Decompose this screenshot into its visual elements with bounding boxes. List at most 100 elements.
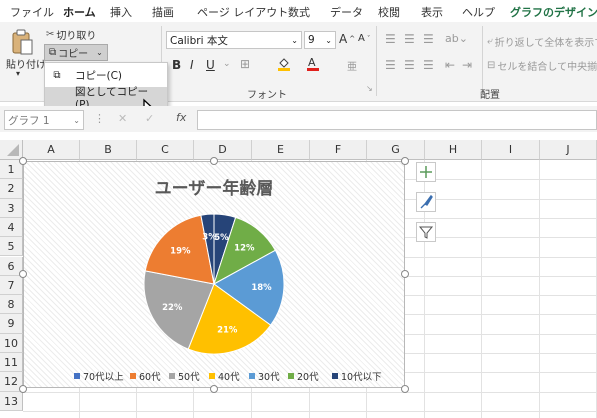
- legend-label: 10代以下: [341, 372, 382, 383]
- scissors-icon: ✂: [46, 29, 55, 40]
- insert-function-icon[interactable]: fx: [176, 111, 186, 124]
- merge-center-button[interactable]: ⊟ セルを結合して中央揃え: [487, 58, 597, 73]
- column-header-D[interactable]: D: [194, 140, 252, 160]
- border-icon[interactable]: ⊞: [240, 57, 250, 71]
- row-header-8[interactable]: 8: [0, 295, 23, 315]
- tab-view[interactable]: 表示: [421, 4, 443, 20]
- pie-chart[interactable]: ユーザー年齢層 5% 12% 18% 21% 22% 19% 3%: [23, 161, 405, 388]
- chart-elements-button[interactable]: [416, 162, 436, 182]
- font-dialog-launcher-icon[interactable]: ↘: [366, 84, 373, 93]
- row-header-5[interactable]: 5: [0, 237, 23, 257]
- align-center-icon[interactable]: ☰: [404, 58, 415, 72]
- font-name-combo[interactable]: Calibri 本文 ⌄: [166, 31, 302, 49]
- tab-home[interactable]: ホーム: [63, 4, 96, 25]
- resize-handle[interactable]: [401, 157, 409, 165]
- copy-label: コピー: [58, 49, 89, 60]
- column-header-I[interactable]: I: [482, 140, 540, 160]
- legend-entry-70代以上[interactable]: 70代以上: [74, 369, 124, 383]
- resize-handle[interactable]: [401, 270, 409, 278]
- align-bottom-icon[interactable]: ☰: [423, 32, 434, 46]
- chart-filters-button[interactable]: [416, 222, 436, 242]
- tab-review[interactable]: 校閲: [378, 4, 400, 20]
- increase-indent-icon[interactable]: ⇥: [462, 58, 472, 72]
- tab-file[interactable]: ファイル: [10, 4, 54, 20]
- formula-input[interactable]: [197, 110, 597, 130]
- data-label-20代[interactable]: 19%: [170, 246, 191, 256]
- resize-handle[interactable]: [19, 157, 27, 165]
- legend-entry-10代以下[interactable]: 10代以下: [332, 369, 382, 383]
- pie-plot-area[interactable]: 5%12%18%21%22%19%3%: [24, 162, 404, 387]
- align-left-icon[interactable]: ☰: [385, 58, 396, 72]
- font-size-combo[interactable]: 9 ⌄: [304, 31, 336, 49]
- bold-button[interactable]: B: [172, 58, 181, 72]
- shrink-font-button[interactable]: Aˇ: [358, 33, 370, 44]
- data-label-30代[interactable]: 22%: [162, 303, 183, 313]
- tab-chart-design[interactable]: グラフのデザイン: [510, 4, 597, 20]
- legend-swatch: [249, 373, 255, 379]
- decrease-indent-icon[interactable]: ⇤: [445, 58, 455, 72]
- row-header-3[interactable]: 3: [0, 198, 23, 218]
- row-header-7[interactable]: 7: [0, 275, 23, 296]
- column-header-C[interactable]: C: [137, 140, 194, 160]
- row-header-2[interactable]: 2: [0, 179, 23, 199]
- data-label-50代[interactable]: 18%: [251, 283, 272, 293]
- chart-styles-button[interactable]: [416, 192, 436, 212]
- font-color-icon: A: [307, 56, 319, 71]
- legend-swatch: [209, 373, 215, 379]
- tab-help[interactable]: ヘルプ: [462, 4, 495, 20]
- italic-button[interactable]: I: [190, 58, 194, 72]
- cut-button[interactable]: ✂ 切り取り: [46, 27, 96, 42]
- column-header-B[interactable]: B: [80, 140, 137, 160]
- name-box[interactable]: グラフ 1 ⌄: [4, 110, 84, 130]
- row-header-9[interactable]: 9: [0, 314, 23, 334]
- column-header-E[interactable]: E: [252, 140, 310, 160]
- data-label-40代[interactable]: 21%: [217, 326, 238, 336]
- resize-handle[interactable]: [19, 385, 27, 393]
- legend-label: 60代: [139, 372, 161, 383]
- data-label-60代[interactable]: 12%: [234, 243, 255, 253]
- column-header-H[interactable]: H: [425, 140, 482, 160]
- row-header-10[interactable]: 10: [0, 333, 23, 353]
- column-header-F[interactable]: F: [310, 140, 367, 160]
- resize-handle[interactable]: [210, 157, 218, 165]
- cancel-icon[interactable]: ✕: [118, 112, 127, 125]
- tab-insert[interactable]: 挿入: [110, 4, 132, 20]
- row-header-11[interactable]: 11: [0, 353, 23, 373]
- paste-dropdown-icon[interactable]: ▾: [16, 69, 20, 78]
- row-header-4[interactable]: 4: [0, 217, 23, 238]
- font-color-button[interactable]: A: [306, 56, 320, 72]
- enter-icon[interactable]: ✓: [145, 112, 154, 125]
- legend-label: 50代: [178, 372, 200, 383]
- wrap-text-button[interactable]: ⤶ 折り返して全体を表示す: [487, 34, 597, 49]
- legend-entry-50代[interactable]: 50代: [169, 369, 200, 383]
- align-right-icon[interactable]: ☰: [423, 58, 434, 72]
- paste-label[interactable]: 貼り付け: [6, 56, 46, 71]
- tab-formulas[interactable]: 数式: [288, 4, 310, 20]
- resize-handle[interactable]: [401, 385, 409, 393]
- phonetic-icon[interactable]: 亜: [347, 58, 357, 73]
- tab-page-layout[interactable]: ページ レイアウト: [197, 4, 288, 20]
- underline-dropdown-icon[interactable]: ⌄: [223, 59, 231, 69]
- resize-handle[interactable]: [210, 385, 218, 393]
- column-header-J[interactable]: J: [540, 140, 597, 160]
- grow-font-button[interactable]: A ^: [339, 32, 355, 46]
- fill-color-icon: [278, 58, 290, 71]
- underline-button[interactable]: U: [206, 58, 215, 72]
- copy-button[interactable]: ⧉ コピー ⌄: [44, 44, 108, 61]
- column-header-G[interactable]: G: [367, 140, 425, 160]
- column-header-A[interactable]: A: [23, 140, 80, 160]
- legend-entry-30代[interactable]: 30代: [249, 369, 280, 383]
- legend-entry-60代[interactable]: 60代: [130, 369, 161, 383]
- align-middle-icon[interactable]: ☰: [404, 32, 415, 46]
- fill-color-button[interactable]: [277, 56, 291, 72]
- orientation-icon[interactable]: ab⌄: [445, 32, 468, 45]
- legend-entry-20代[interactable]: 20代: [288, 369, 319, 383]
- menu-item-copy[interactable]: ⧉ コピー(C): [45, 65, 167, 86]
- legend-entry-40代[interactable]: 40代: [209, 369, 240, 383]
- resize-handle[interactable]: [19, 270, 27, 278]
- row-header-13[interactable]: 13: [0, 391, 23, 411]
- data-label-10代以下[interactable]: 3%: [202, 233, 217, 243]
- align-top-icon[interactable]: ☰: [385, 32, 396, 46]
- tab-draw[interactable]: 描画: [152, 4, 174, 20]
- tab-data[interactable]: データ: [330, 4, 363, 20]
